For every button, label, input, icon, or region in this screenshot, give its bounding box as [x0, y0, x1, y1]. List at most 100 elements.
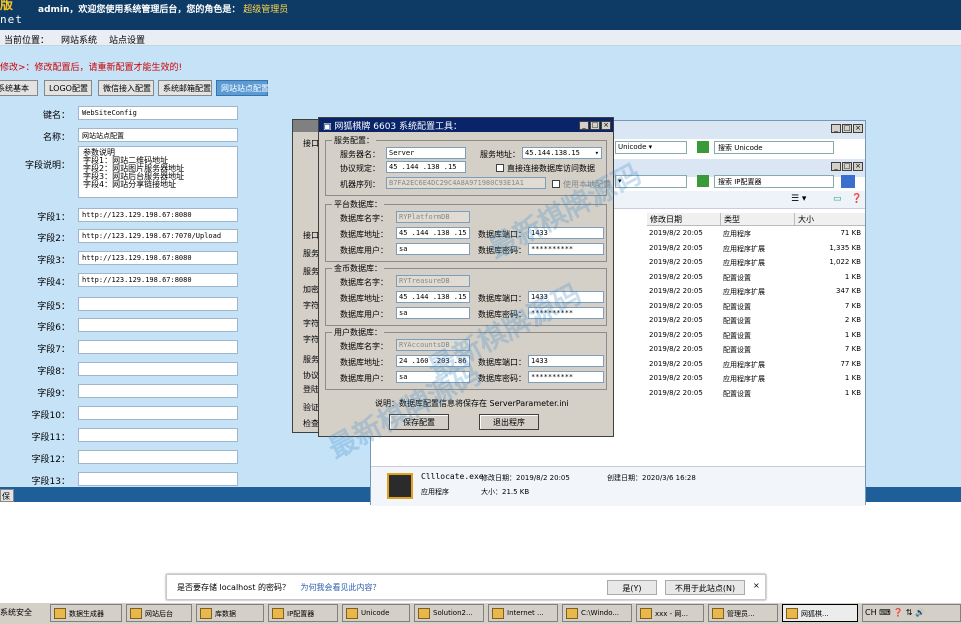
field-input[interactable]: [78, 340, 238, 354]
tab-logo[interactable]: LOGO配置: [44, 80, 92, 96]
file-date[interactable]: 2019/8/2 20:05: [649, 389, 703, 403]
taskbar-item[interactable]: Unicode: [342, 604, 410, 622]
file-type[interactable]: 配置设置: [723, 273, 751, 287]
file-date[interactable]: 2019/8/2 20:05: [649, 345, 703, 359]
field-input[interactable]: http://123.129.198.67:8080: [78, 273, 238, 287]
breadcrumb-item[interactable]: 站点设置: [109, 36, 145, 46]
field-input[interactable]: [78, 472, 238, 486]
service-addr-select[interactable]: 45.144.138.15 ▾: [522, 147, 602, 159]
volume-icon[interactable]: 🔊: [915, 608, 925, 617]
network-icon[interactable]: ⇅: [906, 608, 913, 617]
window-controls[interactable]: _ □ ×: [830, 123, 863, 133]
view-icon[interactable]: ☰ ▾: [791, 194, 806, 204]
taskbar-item[interactable]: Solution2...: [414, 604, 484, 622]
file-date[interactable]: 2019/8/2 20:05: [649, 331, 703, 345]
field-input[interactable]: [78, 428, 238, 442]
start-button[interactable]: 系统安全: [0, 607, 32, 618]
file-type[interactable]: 应用程序扩展: [723, 244, 765, 258]
minimize-icon[interactable]: _: [831, 162, 841, 171]
direct-db-checkbox[interactable]: 直接连接数据库访问数据: [496, 163, 595, 174]
taskbar-item[interactable]: 数据生成器: [50, 604, 122, 622]
address-bar[interactable]: Unicode ▾: [615, 141, 687, 154]
field-desc-textarea[interactable]: 参数说明 字段1：网站二维码地址 字段2：网站图片服务器地址 字段3：网站后台服…: [78, 146, 238, 198]
field-input[interactable]: [78, 318, 238, 332]
search-input[interactable]: 搜索 IP配置器: [714, 175, 834, 188]
close-icon[interactable]: ×: [753, 581, 760, 590]
taskbar-item[interactable]: IP配置器: [268, 604, 338, 622]
field-input[interactable]: http://123.129.198.67:8080: [78, 251, 238, 265]
taskbar-item[interactable]: 网站后台: [126, 604, 192, 622]
file-size[interactable]: 1,022 KB: [797, 258, 861, 272]
field-input[interactable]: WebSiteConfig: [78, 106, 238, 120]
taskbar-item[interactable]: 库数据: [196, 604, 264, 622]
exit-program-button[interactable]: 退出程序: [479, 414, 539, 430]
window-controls[interactable]: _ □ ×: [830, 161, 863, 171]
taskbar-item[interactable]: xxx - 网...: [636, 604, 704, 622]
file-date[interactable]: 2019/8/2 20:05: [649, 258, 703, 272]
field-input[interactable]: [78, 406, 238, 420]
checkbox-box[interactable]: [496, 164, 504, 172]
file-size[interactable]: 347 KB: [797, 287, 861, 301]
file-type[interactable]: 配置设置: [723, 316, 751, 330]
field-input[interactable]: [78, 297, 238, 311]
tab-email[interactable]: 系统邮箱配置: [158, 80, 212, 96]
file-date[interactable]: 2019/8/2 20:05: [649, 287, 703, 301]
search-icon[interactable]: [841, 175, 855, 188]
tab-system-basic[interactable]: 系统基本: [0, 80, 38, 96]
save-button[interactable]: 保: [0, 489, 14, 502]
db-addr-input[interactable]: 45 .144 .138 .15: [396, 227, 470, 239]
file-date[interactable]: 2019/8/2 20:05: [649, 273, 703, 287]
checkbox-box[interactable]: [552, 180, 560, 188]
taskbar-item[interactable]: 管理员...: [708, 604, 778, 622]
language-indicator[interactable]: CH: [865, 608, 877, 617]
taskbar-item[interactable]: Internet ...: [488, 604, 558, 622]
column-size[interactable]: 大小: [795, 213, 865, 226]
db-port-input[interactable]: 1433: [528, 355, 604, 367]
go-icon[interactable]: [697, 141, 709, 153]
help-icon[interactable]: ❓: [893, 608, 903, 617]
close-icon[interactable]: ×: [601, 121, 611, 130]
no-button[interactable]: 不用于此站点(N): [665, 580, 745, 595]
file-size[interactable]: 1 KB: [797, 273, 861, 287]
file-type[interactable]: 配置设置: [723, 302, 751, 316]
window-controls[interactable]: _ □ ×: [578, 120, 611, 130]
file-size[interactable]: 1,335 KB: [797, 244, 861, 258]
file-type[interactable]: 应用程序扩展: [723, 374, 765, 388]
file-type[interactable]: 配置设置: [723, 331, 751, 345]
taskbar-item[interactable]: 网狐棋...: [782, 604, 858, 622]
minimize-icon[interactable]: _: [579, 121, 589, 130]
file-size[interactable]: 7 KB: [797, 345, 861, 359]
field-input[interactable]: 网站站点配置: [78, 128, 238, 142]
help-icon[interactable]: ❓: [851, 194, 862, 204]
db-user-input[interactable]: sa: [396, 243, 470, 255]
file-size[interactable]: 1 KB: [797, 374, 861, 388]
file-size[interactable]: 71 KB: [797, 229, 861, 243]
taskbar-item[interactable]: C:\Windo...: [562, 604, 632, 622]
tab-wechat[interactable]: 微信接入配置: [98, 80, 154, 96]
db-user-input[interactable]: sa: [396, 307, 470, 319]
tab-site-config[interactable]: 网站站点配置: [216, 80, 269, 96]
file-type[interactable]: 应用程序扩展: [723, 258, 765, 272]
protocol-input[interactable]: 45 .144 .138 .15: [386, 161, 466, 173]
maximize-icon[interactable]: □: [842, 162, 852, 171]
file-size[interactable]: 1 KB: [797, 331, 861, 345]
close-icon[interactable]: ×: [853, 124, 863, 133]
file-date[interactable]: 2019/8/2 20:05: [649, 302, 703, 316]
db-addr-input[interactable]: 45 .144 .138 .15: [396, 291, 470, 303]
field-input[interactable]: [78, 362, 238, 376]
column-date[interactable]: 修改日期: [647, 213, 721, 226]
field-input[interactable]: http://123.129.198.67:7070/Upload: [78, 229, 238, 243]
go-icon[interactable]: [697, 175, 709, 187]
field-input[interactable]: [78, 450, 238, 464]
file-type[interactable]: 配置设置: [723, 345, 751, 359]
file-date[interactable]: 2019/8/2 20:05: [649, 316, 703, 330]
file-size[interactable]: 7 KB: [797, 302, 861, 316]
why-link[interactable]: 为何我会看见此内容？: [301, 583, 381, 592]
breadcrumb-item[interactable]: 网站系统: [61, 36, 97, 46]
search-input[interactable]: 搜索 Unicode: [714, 141, 834, 154]
server-name-input[interactable]: Server: [386, 147, 466, 159]
maximize-icon[interactable]: □: [842, 124, 852, 133]
file-size[interactable]: 2 KB: [797, 316, 861, 330]
file-type[interactable]: 应用程序: [723, 229, 751, 243]
minimize-icon[interactable]: _: [831, 124, 841, 133]
